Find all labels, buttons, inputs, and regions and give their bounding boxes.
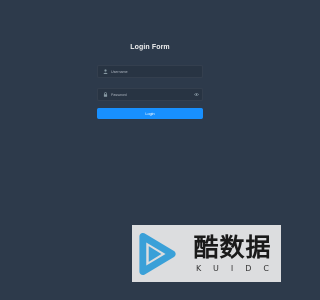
play-logo bbox=[139, 232, 176, 275]
login-page: Login Form Username Login 酷数据 KUIDC bbox=[0, 0, 300, 300]
watermark: 酷数据 KUIDC bbox=[132, 225, 281, 282]
password-input[interactable] bbox=[111, 89, 193, 100]
user-icon bbox=[102, 69, 108, 75]
lock-icon bbox=[102, 92, 108, 98]
watermark-text: 酷数据 KUIDC bbox=[184, 233, 281, 274]
form-title: Login Form bbox=[130, 44, 170, 51]
password-field bbox=[97, 88, 203, 101]
username-field bbox=[97, 65, 203, 78]
login-button[interactable]: Login bbox=[97, 108, 203, 119]
watermark-chinese-text: 酷数据 bbox=[193, 233, 272, 262]
login-form: Login Form Username Login bbox=[97, 44, 203, 119]
eye-icon[interactable] bbox=[193, 92, 199, 98]
username-input[interactable] bbox=[111, 66, 202, 77]
watermark-latin-text: KUIDC bbox=[196, 264, 281, 273]
